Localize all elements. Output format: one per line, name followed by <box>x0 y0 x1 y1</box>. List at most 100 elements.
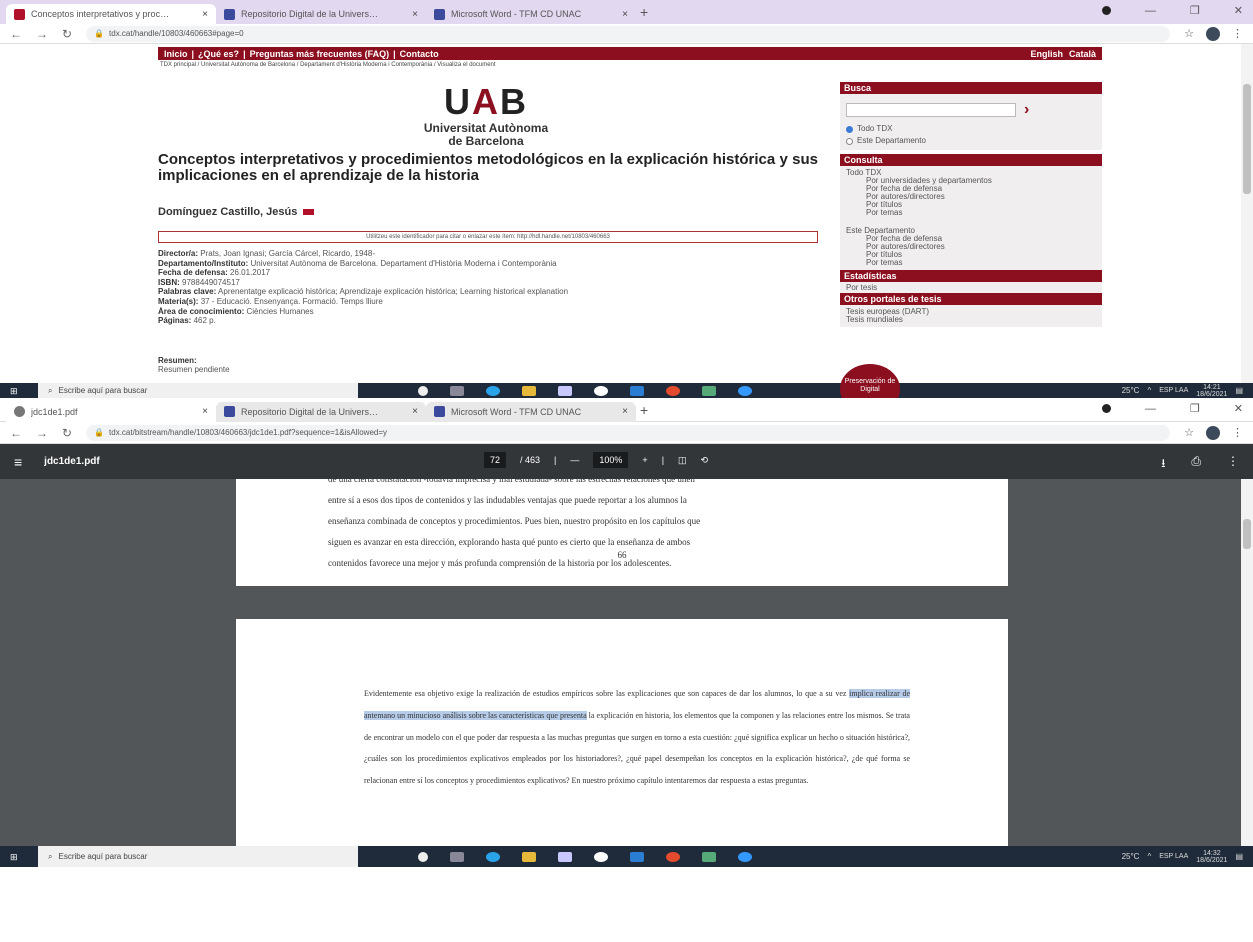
radio-todo-tdx[interactable]: Todo TDX <box>846 123 1096 135</box>
profile-avatar[interactable] <box>1206 26 1220 41</box>
star-icon[interactable]: ☆ <box>1184 426 1194 439</box>
more-icon[interactable]: ⋮ <box>1227 454 1239 475</box>
link-dept-temas[interactable]: Por temas <box>846 259 1096 267</box>
link-por-tesis[interactable]: Por tesis <box>840 282 1102 293</box>
clock[interactable]: 14:32 18/6/2021 <box>1196 850 1227 864</box>
taskbar-search[interactable]: ⌕ Escribe aquí para buscar <box>38 846 358 867</box>
chrome-icon[interactable] <box>738 851 752 862</box>
new-tab-button[interactable]: + <box>640 4 648 20</box>
reload-icon[interactable]: ↻ <box>62 426 72 440</box>
restore-icon[interactable]: ❐ <box>1190 402 1200 415</box>
app-icon[interactable] <box>594 851 608 862</box>
meta-value[interactable]: Prats, Joan Ignasi; García Cárcel, Ricar… <box>200 249 375 258</box>
author-name[interactable]: Domínguez Castillo, Jesús <box>158 206 297 218</box>
more-icon[interactable]: ⋮ <box>1232 426 1243 439</box>
notifications-icon[interactable]: ▤ <box>1235 386 1243 395</box>
lang-english[interactable]: English <box>1030 49 1063 59</box>
radio-este-departamento[interactable]: Este Departamento <box>846 135 1096 147</box>
taskbar-search[interactable]: ⌕ Escribe aquí para buscar <box>38 383 358 398</box>
tab-conceptos[interactable]: Conceptos interpretativos y proc… × <box>6 4 216 24</box>
rotate-icon[interactable]: ⟲ <box>701 455 709 466</box>
forward-icon[interactable]: → <box>36 27 48 41</box>
dropbox-icon[interactable] <box>558 851 572 862</box>
lang-catala[interactable]: Català <box>1069 49 1096 59</box>
close-window-icon[interactable]: ✕ <box>1234 402 1243 415</box>
handle-box[interactable]: Utilitzeu este identificador para citar … <box>158 231 818 243</box>
app-icon[interactable] <box>666 851 680 862</box>
cortana-icon[interactable] <box>418 385 428 396</box>
close-tab-icon[interactable]: × <box>202 9 208 20</box>
tab-repositorio[interactable]: Repositorio Digital de la Univers… × <box>216 401 426 422</box>
zoom-input[interactable]: 100% <box>593 452 629 468</box>
link-tesis-mundiales[interactable]: Tesis mundiales <box>846 316 1096 324</box>
search-input[interactable] <box>846 103 1016 117</box>
minimize-icon[interactable]: — <box>1145 403 1156 415</box>
pdf-scrollbar[interactable] <box>1241 479 1253 846</box>
meta-value[interactable]: Universitat Autònoma de Barcelona. Depar… <box>250 259 556 268</box>
tray-chevron-icon[interactable]: ^ <box>1147 852 1151 861</box>
menu-contacto[interactable]: Contacto <box>400 49 439 59</box>
edge-icon[interactable] <box>486 851 500 862</box>
back-icon[interactable]: ← <box>10 27 22 41</box>
file-explorer-icon[interactable] <box>522 851 536 862</box>
clock[interactable]: 14:21 18/6/2021 <box>1196 384 1227 398</box>
fit-page-icon[interactable]: ◫ <box>678 455 687 466</box>
print-icon[interactable]: ⎙ <box>1191 454 1201 475</box>
task-view-icon[interactable] <box>450 385 464 396</box>
url-input[interactable]: 🔒 tdx.cat/handle/10803/460663#page=0 <box>86 25 1171 42</box>
close-tab-icon[interactable]: × <box>202 406 208 417</box>
download-icon[interactable]: ⭳ <box>1161 454 1165 475</box>
file-explorer-icon[interactable] <box>522 385 536 396</box>
tab-repositorio[interactable]: Repositorio Digital de la Univers… × <box>216 4 426 24</box>
close-window-icon[interactable]: ✕ <box>1234 4 1243 17</box>
page-number-input[interactable]: 72 <box>484 452 507 468</box>
close-tab-icon[interactable]: × <box>622 406 628 417</box>
tab-pdf[interactable]: jdc1de1.pdf × <box>6 401 216 422</box>
search-go-icon[interactable]: › <box>1024 101 1029 119</box>
link-por-temas[interactable]: Por temas <box>846 209 1096 217</box>
task-view-icon[interactable] <box>450 851 464 862</box>
close-tab-icon[interactable]: × <box>622 9 628 20</box>
breadcrumb[interactable]: TDX principal / Universitat Autònoma de … <box>160 62 496 68</box>
app-icon[interactable] <box>702 385 716 396</box>
dropbox-icon[interactable] <box>558 385 572 396</box>
meta-value[interactable]: Aprenentatge explicació històrica; Apren… <box>218 287 568 296</box>
app-icon[interactable] <box>702 851 716 862</box>
reload-icon[interactable]: ↻ <box>62 27 72 41</box>
meta-value[interactable]: Ciències Humanes <box>246 307 313 316</box>
pdf-viewer[interactable]: de una cierta constatación -todavía impr… <box>0 479 1253 846</box>
minimize-icon[interactable]: — <box>1145 5 1156 17</box>
page-scrollbar[interactable] <box>1241 44 1253 383</box>
close-tab-icon[interactable]: × <box>412 406 418 417</box>
more-icon[interactable]: ⋮ <box>1232 27 1243 40</box>
meta-value[interactable]: 37 - Educació. Ensenyança. Formació. Tem… <box>201 297 383 306</box>
url-input[interactable]: 🔒 tdx.cat/bitstream/handle/10803/460663/… <box>86 424 1171 441</box>
word-icon[interactable] <box>630 851 644 862</box>
tab-word[interactable]: Microsoft Word - TFM CD UNAC × <box>426 4 636 24</box>
restore-icon[interactable]: ❐ <box>1190 4 1200 17</box>
cortana-icon[interactable] <box>418 851 428 862</box>
windows-start-icon[interactable]: ⊞ <box>10 852 24 862</box>
hamburger-menu-icon[interactable]: ≡ <box>14 454 22 470</box>
windows-start-icon[interactable]: ⊞ <box>10 386 24 396</box>
new-tab-button[interactable]: + <box>640 402 648 418</box>
language-indicator[interactable]: ESP LAA <box>1159 853 1188 860</box>
profile-avatar[interactable] <box>1206 425 1220 440</box>
app-icon[interactable] <box>666 385 680 396</box>
zoom-out-icon[interactable]: — <box>570 455 579 465</box>
orcid-icon[interactable] <box>303 209 315 215</box>
extension-icon[interactable] <box>1101 404 1111 413</box>
notifications-icon[interactable]: ▤ <box>1235 852 1243 861</box>
tab-word[interactable]: Microsoft Word - TFM CD UNAC × <box>426 401 636 422</box>
extension-icon[interactable] <box>1101 6 1111 15</box>
scrollbar-thumb[interactable] <box>1243 519 1251 549</box>
weather-temp[interactable]: 25°C <box>1122 852 1140 861</box>
chrome-icon[interactable] <box>738 385 752 396</box>
menu-que-es[interactable]: ¿Qué es? <box>198 49 239 59</box>
menu-inicio[interactable]: Inicio <box>164 49 188 59</box>
edge-icon[interactable] <box>486 385 500 396</box>
back-icon[interactable]: ← <box>10 426 22 440</box>
star-icon[interactable]: ☆ <box>1184 27 1194 40</box>
app-icon[interactable] <box>594 385 608 396</box>
language-indicator[interactable]: ESP LAA <box>1159 387 1188 394</box>
